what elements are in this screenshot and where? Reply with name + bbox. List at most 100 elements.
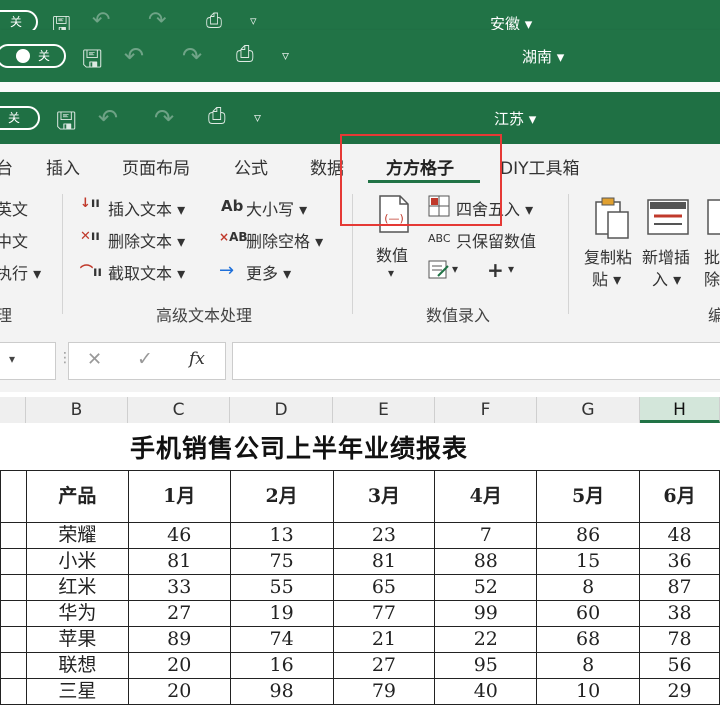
table-cell[interactable]: 52 [434,574,538,601]
tab-start[interactable]: 台 [0,154,13,179]
save-icon[interactable]: 🖫 [82,42,102,83]
sheet-title[interactable]: 手机销售公司上半年业绩报表 [130,429,468,465]
table-cell[interactable]: 红米 [25,574,129,601]
table-cell[interactable]: 74 [229,626,334,653]
table-cell[interactable]: 87 [639,574,720,601]
table-cell[interactable]: 10 [536,678,641,705]
table-cell[interactable]: 33 [127,574,231,601]
table-cell[interactable]: 15 [536,548,641,575]
name-box[interactable]: ▾ [0,342,56,380]
insert-text-button[interactable]: 插入文本 ▾ [108,196,185,220]
undo-icon[interactable]: ↶ [124,42,144,70]
table-cell[interactable]: 55 [229,574,334,601]
table-header-cell[interactable]: 2月 [229,470,334,523]
print-preview-icon[interactable]: ⎙ [208,104,226,129]
column-header-b[interactable]: B [26,397,128,423]
table-cell[interactable]: 78 [639,626,720,653]
table-cell[interactable] [0,678,27,705]
table-cell[interactable]: 27 [332,652,436,679]
table-cell[interactable]: 20 [127,652,231,679]
table-cell[interactable]: 56 [639,652,720,679]
tab-insert[interactable]: 插入 [46,154,80,179]
table-cell[interactable]: 20 [127,678,231,705]
print-preview-icon[interactable]: ⎙ [236,42,254,67]
table-header-cell[interactable]: 4月 [434,470,538,523]
column-header-e[interactable]: E [333,397,435,423]
number-button[interactable]: 数值 [376,242,408,266]
table-header-cell[interactable]: 3月 [332,470,436,523]
cancel-icon[interactable]: ✕ [87,349,102,370]
batch-button-line2[interactable]: 除 [704,266,720,290]
table-cell[interactable]: 36 [639,548,720,575]
table-header-cell[interactable]: 产品 [25,470,129,523]
table-cell[interactable]: 46 [127,522,231,549]
table-header-cell[interactable]: 5月 [536,470,641,523]
table-cell[interactable]: 19 [229,600,334,627]
customize-toolbar-icon[interactable]: ▿ [282,48,289,64]
copy-paste-button[interactable]: 复制粘 [584,244,632,268]
autosave-toggle[interactable]: 关 [0,106,40,130]
table-header-cell[interactable]: 6月 [639,470,720,523]
case-button[interactable]: 大小写 ▾ [246,196,307,220]
table-cell[interactable]: 98 [229,678,334,705]
table-cell[interactable]: 40 [434,678,538,705]
table-cell[interactable]: 65 [332,574,436,601]
delete-text-button[interactable]: 删除文本 ▾ [108,228,185,252]
table-cell[interactable]: 13 [229,522,334,549]
table-cell[interactable]: 21 [332,626,436,653]
table-cell[interactable]: 荣耀 [25,522,129,549]
tab-diy-toolbox[interactable]: DIY工具箱 [500,154,580,179]
table-cell[interactable]: 29 [639,678,720,705]
undo-icon[interactable]: ↶ [98,104,118,132]
table-cell[interactable]: 三星 [25,678,129,705]
table-cell[interactable]: 48 [639,522,720,549]
cut-text-button[interactable]: 截取文本 ▾ [108,260,185,284]
add-insert-button-line2[interactable]: 入 ▾ [652,266,681,290]
table-cell[interactable]: 23 [332,522,436,549]
column-header-d[interactable]: D [230,397,333,423]
enter-icon[interactable]: ✓ [137,348,153,370]
more-button[interactable]: 更多 ▾ [246,260,291,284]
table-cell[interactable] [0,548,27,575]
table-cell[interactable]: 华为 [25,600,129,627]
table-cell[interactable] [0,522,27,549]
redo-icon[interactable]: ↷ [154,104,174,132]
table-cell[interactable]: 8 [536,652,641,679]
plus-button[interactable]: + [487,258,504,282]
column-header-a[interactable] [0,397,26,423]
copy-paste-button-line2[interactable]: 贴 ▾ [592,266,621,290]
autosave-toggle[interactable]: 关 [0,44,66,68]
name-box-dropdown-icon[interactable]: ▾ [9,352,15,366]
ribbon-item-english[interactable]: 英文 [0,196,28,220]
table-cell[interactable]: 22 [434,626,538,653]
delete-spaces-button[interactable]: 删除空格 ▾ [246,228,323,252]
insert-function-icon[interactable]: fx [189,349,205,369]
table-cell[interactable]: 27 [127,600,231,627]
tab-formulas[interactable]: 公式 [234,154,268,179]
batch-button[interactable]: 批 [704,244,720,268]
table-cell[interactable]: 79 [332,678,436,705]
tab-data[interactable]: 数据 [310,154,344,179]
ribbon-item-execute[interactable]: 执行 ▾ [0,260,41,284]
column-header-f[interactable]: F [435,397,537,423]
column-header-h[interactable]: H [640,397,720,423]
table-cell[interactable]: 81 [332,548,436,575]
keep-number-button[interactable]: 只保留数值 [456,228,536,252]
print-preview-icon[interactable]: ⎙ [206,8,222,32]
table-cell[interactable] [0,626,27,653]
column-header-g[interactable]: G [537,397,640,423]
customize-toolbar-icon[interactable]: ▿ [250,14,257,29]
table-cell[interactable]: 38 [639,600,720,627]
table-cell[interactable]: 7 [434,522,538,549]
edit-sheet-dropdown-icon[interactable]: ▾ [452,262,458,276]
add-insert-button[interactable]: 新增插 [642,244,690,268]
table-cell[interactable]: 99 [434,600,538,627]
tab-page-layout[interactable]: 页面布局 [122,154,190,179]
save-icon[interactable]: 🖫 [56,104,76,145]
table-cell[interactable]: 88 [434,548,538,575]
table-cell[interactable]: 89 [127,626,231,653]
table-cell[interactable]: 8 [536,574,641,601]
plus-dropdown-icon[interactable]: ▾ [508,262,514,276]
table-cell[interactable] [0,574,27,601]
redo-icon[interactable]: ↷ [182,42,202,70]
